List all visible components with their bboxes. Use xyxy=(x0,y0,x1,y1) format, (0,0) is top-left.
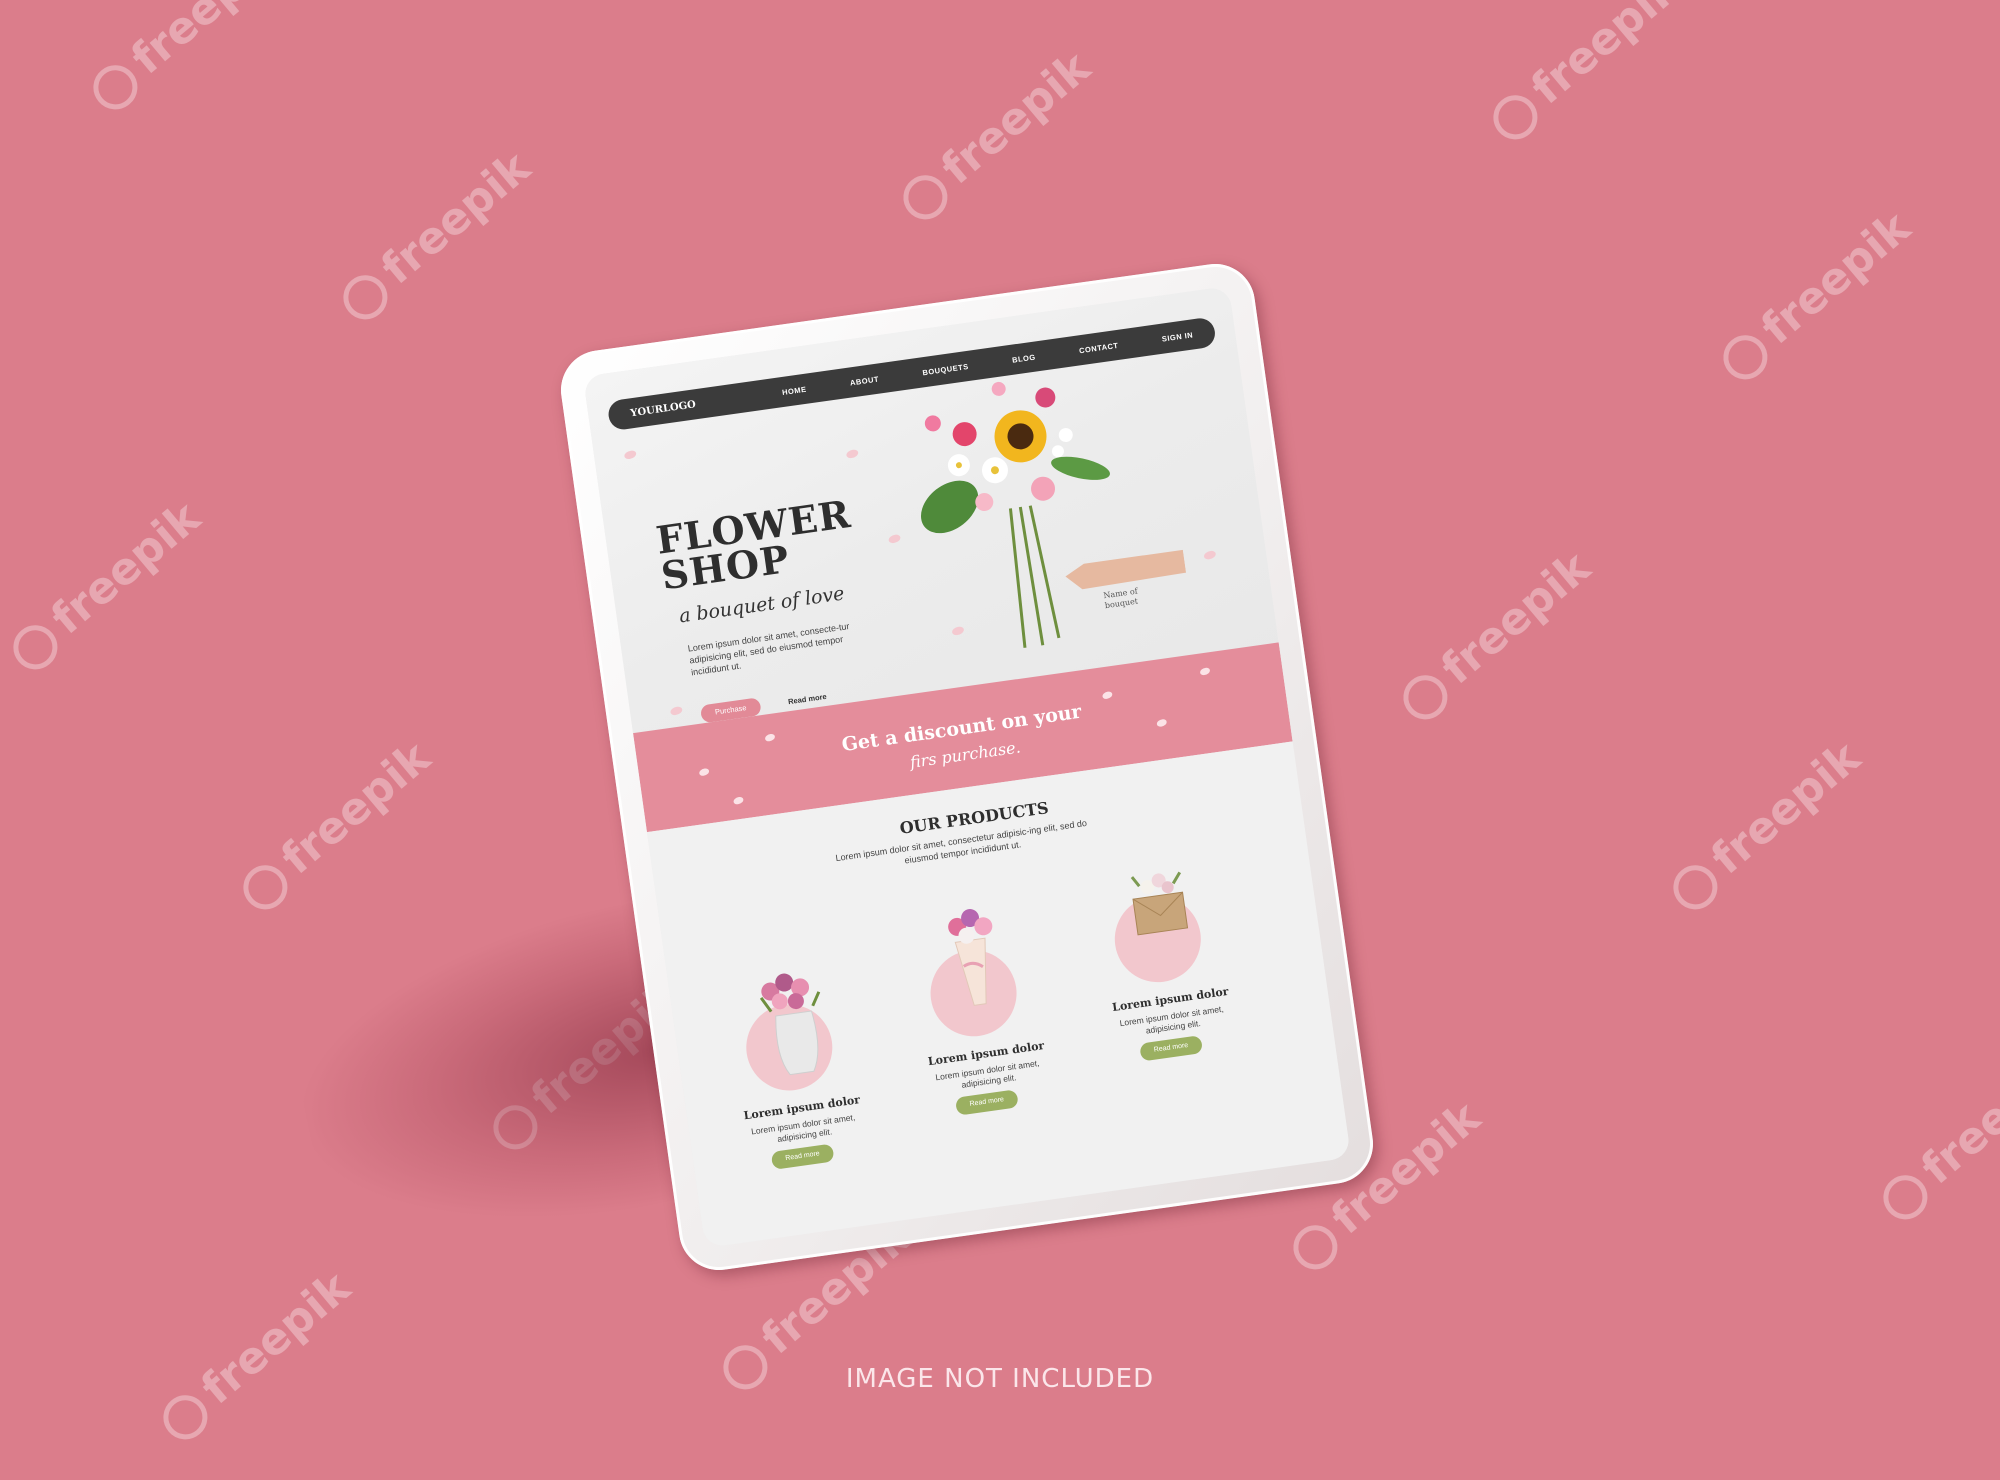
product-card: Lorem ipsum dolor Lorem ipsum dolor sit … xyxy=(888,869,1080,1129)
watermark: freepik xyxy=(1871,1042,2000,1229)
tablet-device: FLOWER SHOP a bouquet of love Lorem ipsu… xyxy=(555,258,1379,1276)
nav-item-home[interactable]: HOME xyxy=(782,384,808,396)
tablet-screen: FLOWER SHOP a bouquet of love Lorem ipsu… xyxy=(582,285,1352,1249)
nav-item-blog[interactable]: BLOG xyxy=(1011,352,1036,364)
hero-text: Lorem ipsum dolor sit amet, consecte-tur… xyxy=(687,621,851,678)
product-card: Lorem ipsum dolor Lorem ipsum dolor sit … xyxy=(1072,815,1264,1075)
product-image-wrapped-bouquet xyxy=(948,909,993,1006)
watermark: freepik xyxy=(151,1262,360,1449)
nav-item-sign-in[interactable]: SIGN IN xyxy=(1161,330,1193,343)
petal-decoration xyxy=(1199,667,1211,676)
petal-decoration xyxy=(888,534,902,544)
product-read-more-button[interactable]: Read more xyxy=(770,1143,835,1170)
petal-decoration xyxy=(623,450,637,460)
bouquet-image xyxy=(921,381,1187,648)
nav-item-contact[interactable]: CONTACT xyxy=(1078,340,1118,354)
product-image-vase xyxy=(759,973,821,1076)
watermark: freepik xyxy=(331,142,540,329)
nav-item-about[interactable]: ABOUT xyxy=(849,374,879,387)
petal-decoration xyxy=(764,733,776,742)
watermark: freepik xyxy=(1661,732,1870,919)
product-image-envelope xyxy=(1130,871,1189,936)
product-read-more-button[interactable]: Read more xyxy=(954,1089,1019,1116)
petal-decoration xyxy=(845,449,859,459)
products-section: OUR PRODUCTS Lorem ipsum dolor sit amet,… xyxy=(646,741,1352,1249)
nav-item-bouquets[interactable]: BOUQUETS xyxy=(922,361,969,376)
watermark: freepik xyxy=(1481,0,1690,149)
watermark: freepik xyxy=(81,0,290,119)
watermark: freepik xyxy=(1391,542,1600,729)
petal-decoration xyxy=(733,796,744,805)
hero-title: FLOWER SHOP xyxy=(653,491,858,598)
petal-decoration xyxy=(1203,550,1217,560)
watermark: freepik xyxy=(231,732,440,919)
watermark: freepik xyxy=(1711,202,1920,389)
watermark: freepik xyxy=(891,42,1100,229)
product-card: Lorem ipsum dolor Lorem ipsum dolor sit … xyxy=(703,923,895,1183)
product-read-more-button[interactable]: Read more xyxy=(1139,1035,1204,1062)
site-logo[interactable]: YOURLOGO xyxy=(630,399,697,419)
image-not-included-caption: IMAGE NOT INCLUDED xyxy=(845,1364,1155,1394)
petal-decoration xyxy=(669,706,683,716)
watermark: freepik xyxy=(1,492,210,679)
